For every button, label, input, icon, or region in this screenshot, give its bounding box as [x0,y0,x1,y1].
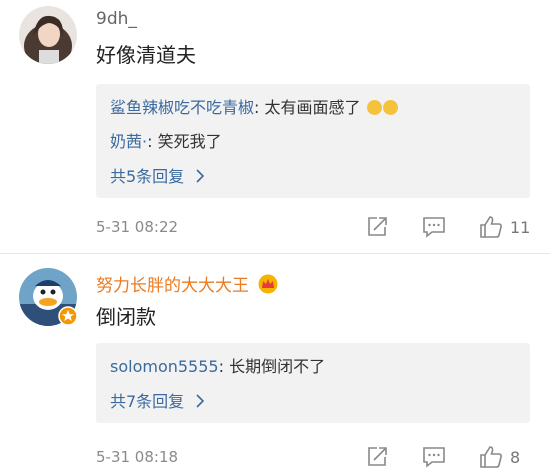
view-more-replies-link[interactable]: 共7条回复 [110,388,205,412]
comment-item: 努力长胖的大大大王 倒闭款 solomon5555: 长期倒闭不了 共7条回复 … [0,254,550,474]
like-count: 11 [510,218,531,237]
chevron-right-icon [196,394,205,408]
comment-footer: 5-31 08:22 11 [96,214,530,244]
username[interactable]: 9dh_ [96,9,137,29]
repost-icon[interactable] [364,444,390,470]
more-replies-label: 共5条回复 [110,167,185,186]
reply-author[interactable]: solomon5555 [110,357,219,376]
reply-text: 笑死我了 [157,132,222,151]
reply-colon: : [147,132,158,151]
reply-item[interactable]: solomon5555: 长期倒闭不了 [110,353,325,377]
verified-badge-icon [58,306,78,326]
laughing-emoji-icon [366,100,382,115]
laughing-emoji-icon [382,100,398,115]
reply-text: 长期倒闭不了 [229,357,326,376]
comment-footer: 5-31 08:18 8 [96,444,530,474]
timestamp: 5-31 08:18 [96,448,179,466]
username[interactable]: 努力长胖的大大大王 [96,271,279,296]
comment-text: 好像清道夫 [96,43,196,67]
chevron-right-icon [196,169,205,183]
view-more-replies-link[interactable]: 共5条回复 [110,163,205,187]
reply-colon: : [254,98,265,117]
username-text: 努力长胖的大大大王 [96,276,249,296]
reply-box[interactable]: solomon5555: 长期倒闭不了 共7条回复 [96,343,530,423]
like-count: 8 [510,448,521,467]
reply-item[interactable]: 奶茜·: 笑死我了 [110,128,222,152]
reply-box[interactable]: 鲨鱼辣椒吃不吃青椒: 太有画面感了 奶茜·: 笑死我了 共5条回复 [96,84,530,198]
comment-item: 9dh_ 好像清道夫 鲨鱼辣椒吃不吃青椒: 太有画面感了 奶茜·: 笑死我了 共… [0,0,550,250]
reply-author[interactable]: 鲨鱼辣椒吃不吃青椒 [110,98,254,117]
thumbs-up-icon[interactable] [478,214,504,240]
timestamp: 5-31 08:22 [96,218,179,236]
repost-icon[interactable] [364,214,390,240]
avatar[interactable] [19,6,77,64]
reply-text: 太有画面感了 [264,98,361,117]
more-replies-label: 共7条回复 [110,392,185,411]
comment-icon[interactable] [421,444,447,470]
comment-text: 倒闭款 [96,305,156,329]
comment-icon[interactable] [421,214,447,240]
thumbs-up-icon[interactable] [478,444,504,470]
reply-item[interactable]: 鲨鱼辣椒吃不吃青椒: 太有画面感了 [110,94,398,118]
reply-author[interactable]: 奶茜· [110,132,147,151]
reply-colon: : [218,357,230,376]
crown-badge-icon [258,274,278,294]
